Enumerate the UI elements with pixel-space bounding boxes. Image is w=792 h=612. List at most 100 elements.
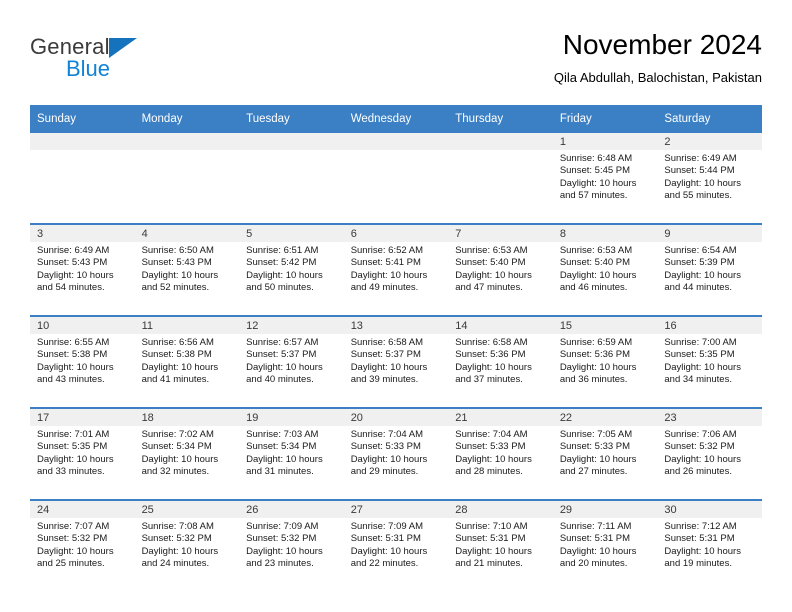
day-number: 3 xyxy=(30,225,135,242)
day-cell-details: Sunrise: 6:55 AM Sunset: 5:38 PM Daylight:… xyxy=(30,334,135,386)
sunrise-time: Sunrise: 6:57 AM xyxy=(246,337,319,348)
calendar-day-cell[interactable]: 29 Sunrise: 7:11 AM Sunset: 5:31 PM Dayligh… xyxy=(552,499,658,591)
calendar-day-cell[interactable]: 30 Sunrise: 7:12 AM Sunset: 5:31 PM Dayligh… xyxy=(657,499,762,591)
day-number: 24 xyxy=(30,501,135,518)
day-cell-inner: 26 Sunrise: 7:09 AM Sunset: 5:32 PM Dayligh… xyxy=(239,501,344,591)
day-number: 22 xyxy=(552,409,658,426)
daylight-duration: Daylight: 10 hours and 34 minutes. xyxy=(664,361,741,385)
day-cell-inner: 6 Sunrise: 6:52 AM Sunset: 5:41 PM Daylight… xyxy=(343,225,449,315)
day-number: 25 xyxy=(134,501,240,518)
calendar-day-cell[interactable]: 23 Sunrise: 7:06 AM Sunset: 5:32 PM Dayligh… xyxy=(657,407,762,500)
day-number: 27 xyxy=(343,501,449,518)
calendar-day-cell[interactable]: 14 Sunrise: 6:58 AM Sunset: 5:36 PM Dayligh… xyxy=(448,315,553,408)
day-cell-inner: 17 Sunrise: 7:01 AM Sunset: 5:35 PM Dayligh… xyxy=(30,409,135,499)
sunset-time: Sunset: 5:31 PM xyxy=(664,533,735,545)
day-cell-inner: 11 Sunrise: 6:56 AM Sunset: 5:38 PM Dayligh… xyxy=(134,317,240,407)
day-cell-inner: 4 Sunrise: 6:50 AM Sunset: 5:43 PM Daylight… xyxy=(134,225,240,315)
calendar-day-cell[interactable]: 18 Sunrise: 7:02 AM Sunset: 5:34 PM Dayligh… xyxy=(134,407,240,500)
weekday-header-tuesday: Tuesday xyxy=(239,105,344,133)
calendar-day-cell[interactable]: 17 Sunrise: 7:01 AM Sunset: 5:35 PM Dayligh… xyxy=(30,407,135,500)
calendar-day-cell[interactable]: 22 Sunrise: 7:05 AM Sunset: 5:33 PM Dayligh… xyxy=(552,407,658,500)
calendar-day-cell[interactable]: 9 Sunrise: 6:54 AM Sunset: 5:39 PM Daylight… xyxy=(657,223,762,316)
logo-text-blue: Blue xyxy=(66,56,111,81)
calendar-day-cell[interactable]: 3 Sunrise: 6:49 AM Sunset: 5:43 PM Daylight… xyxy=(30,223,135,316)
day-cell-inner xyxy=(343,133,449,223)
weekday-header-row: Sunday Monday Tuesday Wednesday Thursday… xyxy=(30,105,762,133)
calendar-day-cell[interactable]: 16 Sunrise: 7:00 AM Sunset: 5:35 PM Dayligh… xyxy=(657,315,762,408)
day-number: 20 xyxy=(343,409,449,426)
calendar-day-cell[interactable]: 6 Sunrise: 6:52 AM Sunset: 5:41 PM Daylight… xyxy=(343,223,449,316)
calendar-day-cell[interactable]: 4 Sunrise: 6:50 AM Sunset: 5:43 PM Daylight… xyxy=(134,223,240,316)
daylight-duration: Daylight: 10 hours and 33 minutes. xyxy=(37,453,114,477)
calendar-day-cell[interactable]: 8 Sunrise: 6:53 AM Sunset: 5:40 PM Daylight… xyxy=(552,223,658,316)
day-cell-inner: 20 Sunrise: 7:04 AM Sunset: 5:33 PM Dayligh… xyxy=(343,409,449,499)
day-cell-details: Sunrise: 6:49 AM Sunset: 5:43 PM Daylight:… xyxy=(30,242,135,294)
calendar-day-cell[interactable]: 12 Sunrise: 6:57 AM Sunset: 5:37 PM Dayligh… xyxy=(239,315,344,408)
sunset-time: Sunset: 5:33 PM xyxy=(559,441,631,453)
day-number: 10 xyxy=(30,317,135,334)
day-cell-inner: 15 Sunrise: 6:59 AM Sunset: 5:36 PM Dayligh… xyxy=(552,317,658,407)
sunset-time: Sunset: 5:32 PM xyxy=(37,533,108,545)
day-cell-inner: 1 Sunrise: 6:48 AM Sunset: 5:45 PM Daylight… xyxy=(552,133,658,223)
calendar-day-cell[interactable]: 27 Sunrise: 7:09 AM Sunset: 5:31 PM Dayligh… xyxy=(343,499,449,591)
day-cell-inner: 16 Sunrise: 7:00 AM Sunset: 5:35 PM Dayligh… xyxy=(657,317,762,407)
sunrise-time: Sunrise: 6:54 AM xyxy=(664,245,737,256)
day-cell-details: Sunrise: 7:11 AM Sunset: 5:31 PM Daylight:… xyxy=(553,518,658,570)
day-cell-details: Sunrise: 7:04 AM Sunset: 5:33 PM Daylight:… xyxy=(448,426,553,478)
sunrise-time: Sunrise: 6:53 AM xyxy=(455,245,528,256)
daylight-duration: Daylight: 10 hours and 23 minutes. xyxy=(246,545,323,569)
sunset-time: Sunset: 5:41 PM xyxy=(350,257,421,269)
calendar-day-cell[interactable]: 10 Sunrise: 6:55 AM Sunset: 5:38 PM Dayligh… xyxy=(30,315,135,408)
logo-triangle-icon xyxy=(109,38,137,58)
day-number: 30 xyxy=(657,501,762,518)
day-number xyxy=(448,133,553,150)
calendar-day-cell[interactable]: 24 Sunrise: 7:07 AM Sunset: 5:32 PM Dayligh… xyxy=(30,499,135,591)
day-cell-details: Sunrise: 7:06 AM Sunset: 5:32 PM Daylight:… xyxy=(657,426,762,478)
calendar-day-cell[interactable]: 20 Sunrise: 7:04 AM Sunset: 5:33 PM Dayligh… xyxy=(343,407,449,500)
calendar-day-cell[interactable]: 11 Sunrise: 6:56 AM Sunset: 5:38 PM Dayligh… xyxy=(134,315,240,408)
calendar-day-cell[interactable]: 5 Sunrise: 6:51 AM Sunset: 5:42 PM Daylight… xyxy=(239,223,344,316)
sunset-time: Sunset: 5:38 PM xyxy=(37,349,108,361)
daylight-duration: Daylight: 10 hours and 47 minutes. xyxy=(455,269,532,293)
daylight-duration: Daylight: 10 hours and 36 minutes. xyxy=(559,361,637,385)
daylight-duration: Daylight: 10 hours and 40 minutes. xyxy=(246,361,323,385)
day-cell-inner: 21 Sunrise: 7:04 AM Sunset: 5:33 PM Dayligh… xyxy=(448,409,553,499)
weekday-header-monday: Monday xyxy=(134,105,240,133)
calendar-day-cell-empty xyxy=(343,133,449,224)
calendar-day-cell[interactable]: 1 Sunrise: 6:48 AM Sunset: 5:45 PM Daylight… xyxy=(552,133,658,224)
calendar-day-cell[interactable]: 28 Sunrise: 7:10 AM Sunset: 5:31 PM Dayligh… xyxy=(448,499,553,591)
day-cell-details: Sunrise: 7:03 AM Sunset: 5:34 PM Daylight:… xyxy=(239,426,344,478)
daylight-duration: Daylight: 10 hours and 26 minutes. xyxy=(664,453,741,477)
day-number: 16 xyxy=(657,317,762,334)
sunrise-time: Sunrise: 7:11 AM xyxy=(559,521,632,532)
calendar-day-cell[interactable]: 19 Sunrise: 7:03 AM Sunset: 5:34 PM Dayligh… xyxy=(239,407,344,500)
calendar-day-cell[interactable]: 26 Sunrise: 7:09 AM Sunset: 5:32 PM Dayligh… xyxy=(239,499,344,591)
sunrise-time: Sunrise: 6:58 AM xyxy=(350,337,424,348)
calendar-day-cell[interactable]: 15 Sunrise: 6:59 AM Sunset: 5:36 PM Dayligh… xyxy=(552,315,658,408)
day-cell-inner: 8 Sunrise: 6:53 AM Sunset: 5:40 PM Daylight… xyxy=(552,225,658,315)
sunset-time: Sunset: 5:35 PM xyxy=(37,441,108,453)
sunset-time: Sunset: 5:42 PM xyxy=(246,257,317,269)
day-number: 12 xyxy=(239,317,344,334)
day-cell-details: Sunrise: 7:08 AM Sunset: 5:32 PM Daylight:… xyxy=(135,518,240,570)
calendar-day-cell[interactable]: 2 Sunrise: 6:49 AM Sunset: 5:44 PM Daylight… xyxy=(657,133,762,224)
day-cell-inner: 30 Sunrise: 7:12 AM Sunset: 5:31 PM Dayligh… xyxy=(657,501,762,591)
day-cell-inner: 5 Sunrise: 6:51 AM Sunset: 5:42 PM Daylight… xyxy=(239,225,344,315)
day-number: 2 xyxy=(657,133,762,150)
sunset-time: Sunset: 5:31 PM xyxy=(455,533,526,545)
sunrise-time: Sunrise: 7:08 AM xyxy=(141,521,214,532)
daylight-duration: Daylight: 10 hours and 19 minutes. xyxy=(664,545,741,569)
sunset-time: Sunset: 5:31 PM xyxy=(350,533,421,545)
calendar-day-cell[interactable]: 21 Sunrise: 7:04 AM Sunset: 5:33 PM Dayligh… xyxy=(448,407,553,500)
calendar-week-row: 10 Sunrise: 6:55 AM Sunset: 5:38 PM Dayligh… xyxy=(30,315,762,408)
calendar-day-cell[interactable]: 25 Sunrise: 7:08 AM Sunset: 5:32 PM Dayligh… xyxy=(134,499,240,591)
calendar-week-row: 3 Sunrise: 6:49 AM Sunset: 5:43 PM Daylight… xyxy=(30,223,762,316)
general-blue-logo[interactable]: General Blue xyxy=(30,34,240,90)
day-number xyxy=(134,133,240,150)
weekday-header-sunday: Sunday xyxy=(30,105,135,133)
calendar-day-cell-empty xyxy=(448,133,553,224)
calendar-day-cell[interactable]: 13 Sunrise: 6:58 AM Sunset: 5:37 PM Dayligh… xyxy=(343,315,449,408)
calendar-day-cell[interactable]: 7 Sunrise: 6:53 AM Sunset: 5:40 PM Daylight… xyxy=(448,223,553,316)
sunrise-time: Sunrise: 7:05 AM xyxy=(559,429,633,440)
day-cell-inner: 27 Sunrise: 7:09 AM Sunset: 5:31 PM Dayligh… xyxy=(343,501,449,591)
